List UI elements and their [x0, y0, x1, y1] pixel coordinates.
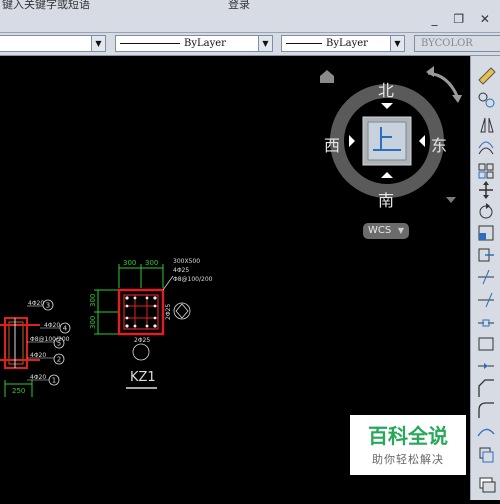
dim-left-top: 300 — [89, 294, 97, 307]
section-marker-circle — [132, 343, 150, 361]
kz1-detail: 300 300 300 300 300X500 4Φ25 Φ8@100/200 … — [89, 258, 213, 389]
layers-icon[interactable] — [479, 477, 496, 493]
extend-icon[interactable] — [478, 292, 494, 308]
copy-icon[interactable] — [478, 92, 495, 108]
offset-icon[interactable] — [478, 141, 494, 155]
chevron-down-icon: ▼ — [397, 226, 404, 235]
dim-left-bottom: 300 — [89, 316, 97, 329]
kz1-title: KZ1 — [130, 370, 156, 385]
chevron-down-icon[interactable]: ▼ — [91, 36, 105, 51]
properties-toolbar: ▼ ByLayer ▼ ByLayer ▼ BYCOLOR — [0, 33, 500, 56]
viewcube-south-label[interactable]: 南 — [378, 187, 394, 211]
column-outline — [117, 288, 165, 336]
chevron-down-icon[interactable]: ▼ — [258, 36, 272, 51]
chamfer-icon[interactable] — [478, 379, 494, 397]
section-marker-hex — [175, 303, 189, 319]
lineweight-combo-value: BYCOLOR — [421, 38, 473, 49]
wcs-label: WCS — [368, 225, 392, 236]
stirrup — [8, 321, 24, 365]
side-bars: 2Φ25 — [165, 304, 172, 320]
arrow-west-icon[interactable] — [349, 135, 355, 147]
arrow-south-icon[interactable] — [381, 172, 393, 178]
menu-bar: _ ❐ ✕ — [0, 11, 500, 33]
note-stirrup: Φ8@100/200 — [173, 276, 213, 283]
watermark-subtitle: 助你轻松解决 — [372, 453, 444, 466]
break-at-point-icon[interactable] — [478, 337, 494, 351]
bottom-bars: 2Φ25 — [134, 337, 150, 344]
rotate-arrow-tail — [426, 66, 434, 77]
marker-number: 5 — [57, 340, 61, 348]
linetype-combo-value: ByLayer — [326, 38, 368, 49]
rebar-dots — [125, 296, 157, 328]
viewcube-east-label[interactable]: 东 — [431, 132, 447, 156]
modify-toolbar-icons — [477, 67, 496, 493]
mirror-icon[interactable] — [480, 117, 494, 133]
leader-line — [162, 275, 174, 291]
break-icon[interactable] — [478, 319, 494, 327]
color-combo[interactable]: ByLayer ▼ — [115, 35, 273, 52]
chevron-down-icon[interactable]: ▼ — [390, 36, 404, 51]
move-icon[interactable] — [479, 181, 493, 199]
window-controls[interactable]: _ ❐ ✕ — [432, 12, 496, 26]
fillet-icon[interactable] — [478, 402, 494, 418]
viewcube-west-label[interactable]: 西 — [324, 132, 340, 156]
marker-number: 3 — [46, 302, 50, 310]
array-icon[interactable] — [478, 163, 494, 179]
stretch-icon[interactable] — [478, 248, 494, 262]
marker-number: 2 — [57, 356, 61, 364]
rotate-arrow-icon[interactable] — [427, 71, 459, 97]
join-icon[interactable] — [478, 363, 494, 369]
arrow-east-icon[interactable] — [419, 135, 425, 147]
viewcube-menu-icon[interactable] — [446, 197, 456, 203]
viewcube-inner-face — [367, 121, 407, 161]
arrow-north-icon[interactable] — [381, 103, 393, 109]
note-size: 300X500 — [173, 258, 200, 265]
erase-icon[interactable] — [478, 67, 496, 85]
watermark-title: 百科全说 — [368, 424, 448, 448]
scale-icon[interactable] — [478, 225, 494, 241]
trim-icon[interactable] — [478, 269, 494, 285]
note-bars: 4Φ25 — [173, 267, 189, 274]
lineweight-combo[interactable]: BYCOLOR — [414, 35, 500, 52]
dim-top-right: 300 — [145, 259, 158, 267]
rotate-arrow-head — [452, 95, 462, 103]
rotate-icon[interactable] — [479, 203, 493, 219]
viewcube-north-label[interactable]: 北 — [378, 77, 394, 101]
stirrup — [123, 294, 159, 330]
color-combo-value: ByLayer — [184, 38, 226, 49]
line-sample — [286, 43, 322, 44]
marker-number: 4 — [63, 325, 68, 333]
explode-icon[interactable] — [479, 447, 494, 463]
layer-combo[interactable]: ▼ — [0, 35, 106, 52]
marker-number: 1 — [52, 377, 56, 385]
dim-bottom: 250 — [12, 387, 25, 395]
linetype-combo[interactable]: ByLayer ▼ — [281, 35, 405, 52]
home-icon[interactable] — [320, 70, 334, 83]
modify-toolbar — [470, 56, 500, 500]
line-sample — [120, 43, 180, 44]
blend-curves-icon[interactable] — [477, 428, 495, 437]
wcs-dropdown[interactable]: WCS ▼ — [363, 223, 409, 239]
dim-top-left: 300 — [123, 259, 136, 267]
left-detail: 250 4Φ20 4Φ20 Φ8@100/200 4Φ20 4Φ20 3 4 5… — [0, 299, 71, 397]
watermark-badge: 百科全说 助你轻松解决 — [350, 415, 466, 475]
